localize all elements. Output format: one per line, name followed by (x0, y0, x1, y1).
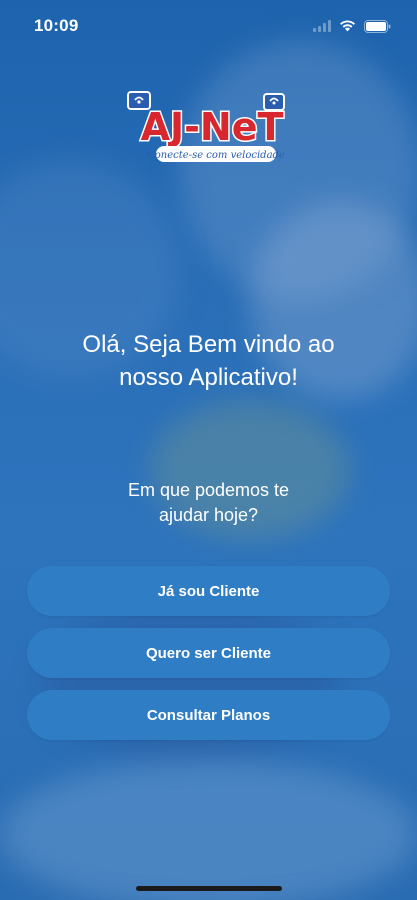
question-line-1: Em que podemos te (127, 480, 290, 500)
status-time: 10:09 (34, 16, 79, 35)
aj-net-logo: AJ-NeT Conecte-se com velocidade (126, 86, 298, 170)
help-question: Em que podemos te ajudar hoje? (0, 478, 417, 528)
become-client-button[interactable]: Quero ser Cliente (27, 628, 390, 678)
wifi-icon (340, 20, 355, 32)
view-plans-button[interactable]: Consultar Planos (27, 690, 390, 740)
svg-text:Conecte-se com velocidade: Conecte-se com velocidade (147, 150, 285, 161)
welcome-message: Olá, Seja Bem vindo ao nosso Aplicativo! (0, 328, 417, 394)
status-icons (313, 19, 391, 33)
question-line-2: ajudar hoje? (158, 505, 259, 525)
svg-text:AJ-NeT: AJ-NeT (141, 105, 284, 149)
existing-client-button[interactable]: Já sou Cliente (27, 566, 390, 616)
welcome-screen: 10:09 AJ-NeT Conecte-se com velocidade O… (0, 0, 417, 900)
status-bar: 10:09 (0, 0, 417, 52)
signal-icon (313, 20, 331, 32)
battery-icon (364, 19, 391, 33)
welcome-line-2: nosso Aplicativo! (119, 364, 298, 391)
home-indicator[interactable] (136, 886, 282, 891)
welcome-line-1: Olá, Seja Bem vindo ao (82, 331, 335, 358)
